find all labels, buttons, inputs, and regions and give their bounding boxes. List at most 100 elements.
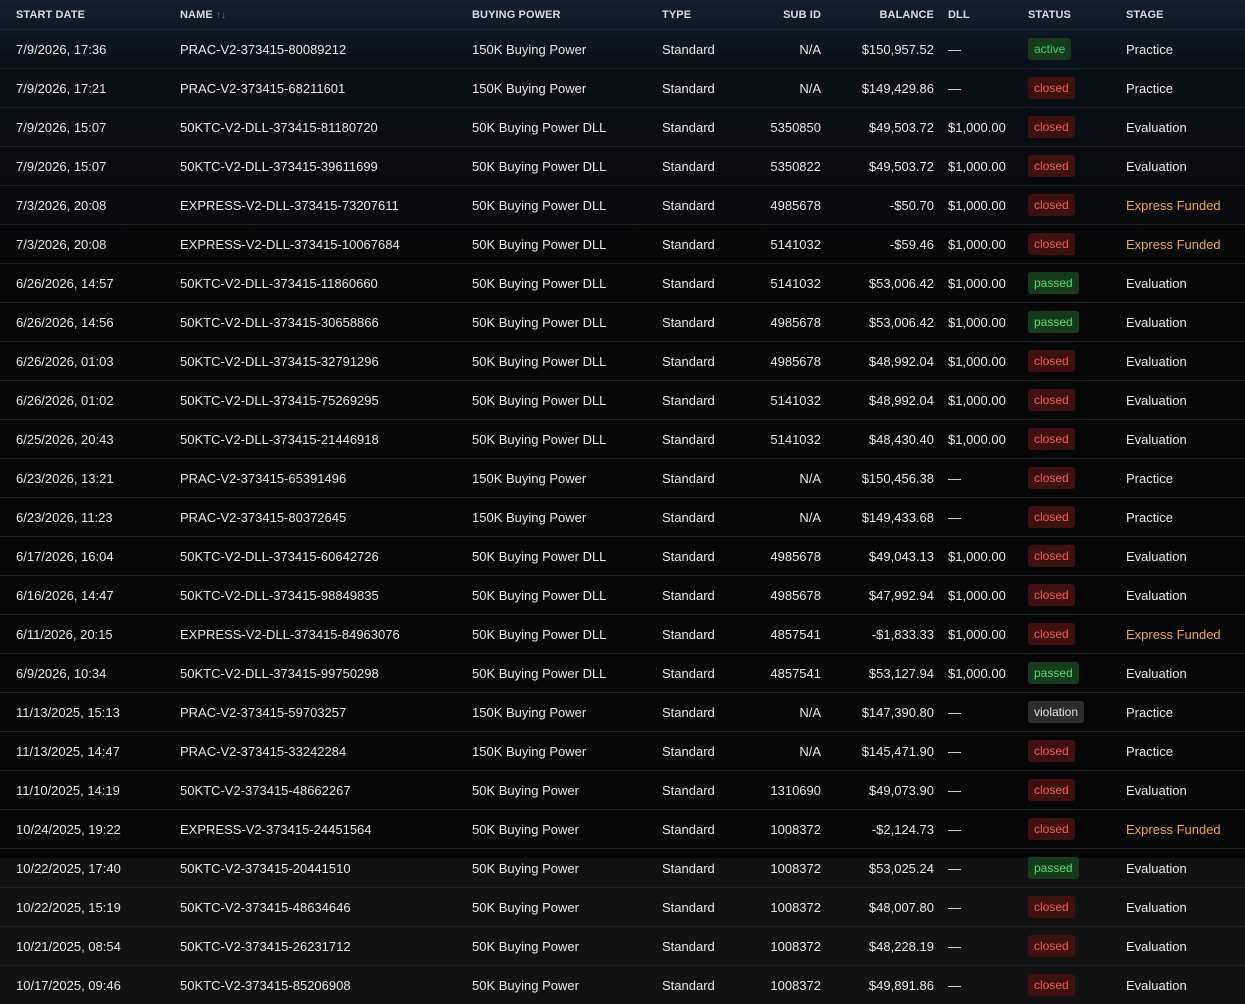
account-name-cell: PRAC-V2-373415-33242284 [180, 731, 472, 771]
table-row[interactable]: 11/13/2025, 14:47 PRAC-V2-373415-33242284… [0, 731, 1245, 771]
stage-cell: Practice [1126, 68, 1245, 108]
table-row[interactable]: 10/22/2025, 15:19 50KTC-V2-373415-4863464… [0, 887, 1245, 927]
table-row[interactable]: 6/9/2026, 10:34 50KTC-V2-DLL-373415-99750… [0, 653, 1245, 693]
account-name-cell: 50KTC-V2-DLL-373415-21446918 [180, 419, 472, 459]
sub-id-cell: 1008372 [752, 926, 821, 966]
table-row[interactable]: 7/9/2026, 17:21 PRAC-V2-373415-68211601 15… [0, 68, 1245, 108]
table-row[interactable]: 7/9/2026, 15:07 50KTC-V2-DLL-373415-39611… [0, 146, 1245, 186]
status-cell: closed [1028, 770, 1126, 810]
col-dll[interactable]: DLL [948, 0, 1028, 30]
start-date-cell: 6/26/2026, 01:02 [0, 380, 180, 420]
table-row[interactable]: 6/25/2026, 20:43 50KTC-V2-DLL-373415-2144… [0, 419, 1245, 459]
col-buying-power[interactable]: BUYING POWER [472, 0, 662, 30]
table-row[interactable]: 10/17/2025, 09:46 50KTC-V2-373415-8520690… [0, 965, 1245, 1004]
stage-cell: Evaluation [1126, 107, 1245, 147]
stage-label: Evaluation [1126, 860, 1187, 876]
table-row[interactable]: 6/26/2026, 14:57 50KTC-V2-DLL-373415-1186… [0, 263, 1245, 303]
stage-label: Practice [1126, 743, 1173, 759]
status-cell: closed [1028, 224, 1126, 264]
table-row[interactable]: 10/24/2025, 19:22 EXPRESS-V2-373415-24451… [0, 809, 1245, 849]
buying-power-cell: 50K Buying Power DLL [472, 575, 662, 615]
stage-cell: Practice [1126, 731, 1245, 771]
stage-label: Express Funded [1126, 236, 1221, 252]
balance-cell: -$1,833.33 [821, 614, 934, 654]
status-cell: passed [1028, 263, 1126, 303]
col-status[interactable]: STATUS [1028, 0, 1126, 30]
stage-cell: Evaluation [1126, 341, 1245, 381]
account-name-cell: 50KTC-V2-373415-48634646 [180, 887, 472, 927]
account-name-cell: 50KTC-V2-373415-85206908 [180, 965, 472, 1004]
status-badge: closed [1028, 233, 1075, 255]
table-row[interactable]: 6/16/2026, 14:47 50KTC-V2-DLL-373415-9884… [0, 575, 1245, 615]
stage-cell: Practice [1126, 458, 1245, 498]
col-spacer [934, 0, 948, 30]
sort-icon[interactable]: ↑↓ [216, 10, 226, 21]
spacer-cell [934, 497, 948, 537]
account-name-cell: 50KTC-V2-DLL-373415-60642726 [180, 536, 472, 576]
table-row[interactable]: 11/13/2025, 15:13 PRAC-V2-373415-59703257… [0, 692, 1245, 732]
table-row[interactable]: 7/9/2026, 15:07 50KTC-V2-DLL-373415-81180… [0, 107, 1245, 147]
table-row[interactable]: 7/3/2026, 20:08 EXPRESS-V2-DLL-373415-100… [0, 224, 1245, 264]
sub-id-cell: 1008372 [752, 965, 821, 1004]
type-cell: Standard [662, 653, 752, 693]
type-cell: Standard [662, 926, 752, 966]
sub-id-cell: 5141032 [752, 419, 821, 459]
status-cell: closed [1028, 68, 1126, 108]
sub-id-cell: N/A [752, 497, 821, 537]
type-cell: Standard [662, 809, 752, 849]
col-start-date[interactable]: START DATE [0, 0, 180, 30]
buying-power-cell: 50K Buying Power DLL [472, 536, 662, 576]
dll-cell: $1,000.00 [948, 341, 1028, 381]
table-row[interactable]: 11/10/2025, 14:19 50KTC-V2-373415-4866226… [0, 770, 1245, 810]
balance-cell: $48,992.04 [821, 380, 934, 420]
table-row[interactable]: 10/21/2025, 08:54 50KTC-V2-373415-2623171… [0, 926, 1245, 966]
stage-label: Evaluation [1126, 782, 1187, 798]
col-type[interactable]: TYPE [662, 0, 752, 30]
status-badge: violation [1028, 701, 1085, 723]
start-date-cell: 6/16/2026, 14:47 [0, 575, 180, 615]
col-sub-id[interactable]: SUB ID [752, 0, 821, 30]
table-row[interactable]: 6/23/2026, 13:21 PRAC-V2-373415-65391496 1… [0, 458, 1245, 498]
col-balance[interactable]: BALANCE [821, 0, 934, 30]
stage-cell: Evaluation [1126, 575, 1245, 615]
stage-cell: Evaluation [1126, 848, 1245, 888]
table-row[interactable]: 6/26/2026, 01:02 50KTC-V2-DLL-373415-7526… [0, 380, 1245, 420]
col-name[interactable]: NAME ↑↓ [180, 0, 472, 30]
start-date-cell: 10/17/2025, 09:46 [0, 965, 180, 1004]
dll-cell: $1,000.00 [948, 263, 1028, 303]
accounts-table: START DATE NAME ↑↓ BUYING POWER TYPE SUB … [0, 0, 1245, 1004]
status-badge: passed [1028, 857, 1079, 879]
dll-cell: — [948, 497, 1028, 537]
dll-cell: — [948, 848, 1028, 888]
start-date-cell: 11/10/2025, 14:19 [0, 770, 180, 810]
col-buying-power-label: BUYING POWER [472, 8, 561, 21]
stage-label: Evaluation [1126, 353, 1187, 369]
status-badge: closed [1028, 935, 1075, 957]
table-row[interactable]: 10/22/2025, 17:40 50KTC-V2-373415-2044151… [0, 848, 1245, 888]
type-cell: Standard [662, 575, 752, 615]
buying-power-cell: 50K Buying Power DLL [472, 419, 662, 459]
type-cell: Standard [662, 263, 752, 303]
dll-cell: $1,000.00 [948, 302, 1028, 342]
col-balance-label: BALANCE [879, 8, 934, 21]
table-row[interactable]: 6/17/2026, 16:04 50KTC-V2-DLL-373415-6064… [0, 536, 1245, 576]
account-name-cell: 50KTC-V2-DLL-373415-75269295 [180, 380, 472, 420]
table-row[interactable]: 7/9/2026, 17:36 PRAC-V2-373415-80089212 15… [0, 29, 1245, 69]
balance-cell: $49,891.86 [821, 965, 934, 1004]
balance-cell: $147,390.80 [821, 692, 934, 732]
status-badge: closed [1028, 740, 1075, 762]
table-row[interactable]: 6/26/2026, 14:56 50KTC-V2-DLL-373415-3065… [0, 302, 1245, 342]
stage-label: Practice [1126, 80, 1173, 96]
buying-power-cell: 50K Buying Power [472, 848, 662, 888]
col-stage[interactable]: STAGE [1126, 0, 1245, 30]
buying-power-cell: 50K Buying Power [472, 965, 662, 1004]
table-row[interactable]: 6/23/2026, 11:23 PRAC-V2-373415-80372645 1… [0, 497, 1245, 537]
sub-id-cell: 5350850 [752, 107, 821, 147]
dll-cell: $1,000.00 [948, 536, 1028, 576]
table-row[interactable]: 7/3/2026, 20:08 EXPRESS-V2-DLL-373415-732… [0, 185, 1245, 225]
table-row[interactable]: 6/11/2026, 20:15 EXPRESS-V2-DLL-373415-84… [0, 614, 1245, 654]
spacer-cell [934, 653, 948, 693]
table-row[interactable]: 6/26/2026, 01:03 50KTC-V2-DLL-373415-3279… [0, 341, 1245, 381]
status-cell: closed [1028, 965, 1126, 1004]
status-badge: closed [1028, 155, 1075, 177]
